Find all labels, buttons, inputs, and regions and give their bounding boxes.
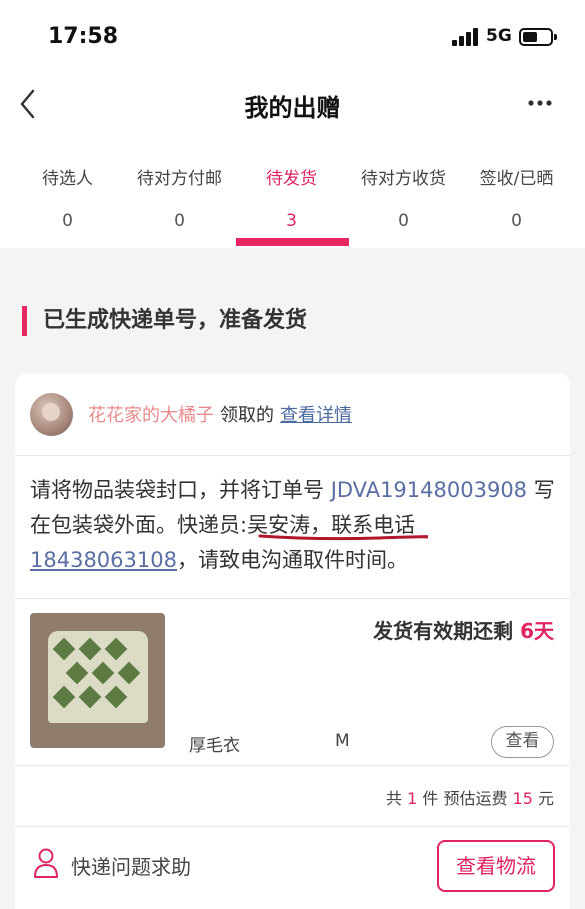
phone-link[interactable]: 18438063108 bbox=[30, 548, 177, 572]
tab-signed[interactable]: 签收/已晒 0 bbox=[458, 164, 575, 231]
shipping-deadline: 发货有效期还剩 6天 bbox=[373, 615, 554, 644]
recipient-name[interactable]: 花花家的大橘子 bbox=[88, 405, 214, 426]
active-tab-indicator bbox=[236, 238, 349, 246]
item-quantity: 1 bbox=[407, 789, 418, 808]
nav-bar: 我的出赠 bbox=[0, 72, 585, 136]
view-item-button[interactable]: 查看 bbox=[491, 726, 554, 758]
page-title: 我的出赠 bbox=[244, 94, 341, 122]
deadline-days: 6天 bbox=[520, 619, 554, 643]
divider bbox=[15, 598, 570, 599]
totals-text: 件 预估运费 bbox=[417, 789, 513, 808]
tab-count: 0 bbox=[398, 211, 409, 231]
tab-pending-ship[interactable]: 待发货 3 bbox=[233, 164, 350, 231]
more-icon[interactable] bbox=[526, 88, 558, 118]
order-totals: 共 1 件 预估运费 15 元 bbox=[386, 785, 554, 809]
tab-pending-postage[interactable]: 待对方付邮 0 bbox=[121, 164, 238, 231]
status-bar: 17:58 5G bbox=[0, 0, 585, 72]
divider bbox=[15, 826, 570, 827]
item-photo[interactable] bbox=[30, 613, 165, 748]
view-details-link[interactable]: 查看详情 bbox=[280, 405, 352, 426]
totals-text: 元 bbox=[532, 789, 554, 808]
shipping-instructions: 请将物品装袋封口，并将订单号 JDVA19148003908 写在包装袋外面。快… bbox=[30, 473, 555, 578]
shipping-fee: 15 bbox=[512, 789, 533, 808]
tab-label: 待发货 bbox=[266, 169, 317, 189]
tab-label: 待对方付邮 bbox=[137, 169, 222, 189]
tab-pending-select[interactable]: 待选人 0 bbox=[9, 164, 126, 231]
tab-count: 0 bbox=[511, 211, 522, 231]
signal-icon bbox=[452, 28, 480, 46]
item-size: M bbox=[335, 731, 350, 751]
network-type: 5G bbox=[486, 26, 512, 46]
recipient-verb: 领取的 bbox=[220, 405, 274, 426]
avatar[interactable] bbox=[30, 393, 73, 436]
order-number[interactable]: JDVA19148003908 bbox=[331, 478, 527, 502]
totals-text: 共 bbox=[386, 789, 408, 808]
status-time: 17:58 bbox=[48, 24, 119, 49]
section-title: 已生成快递单号，准备发货 bbox=[22, 306, 307, 336]
person-icon bbox=[34, 848, 58, 878]
tab-count: 3 bbox=[286, 211, 297, 231]
help-label: 快递问题求助 bbox=[71, 855, 191, 879]
tab-label: 待对方收货 bbox=[361, 169, 446, 189]
divider bbox=[15, 765, 570, 766]
instruction-text: 请将物品装袋封口，并将订单号 bbox=[30, 478, 331, 502]
battery-icon bbox=[519, 28, 557, 46]
handwritten-underline bbox=[258, 534, 428, 541]
status-tabs: 待选人 0 待对方付邮 0 待发货 3 待对方收货 0 签收/已晒 0 bbox=[0, 136, 585, 248]
shipment-card: 花花家的大橘子 领取的 查看详情 请将物品装袋封口，并将订单号 JDVA191480… bbox=[15, 373, 570, 909]
tab-label: 待选人 bbox=[42, 169, 93, 189]
tab-label: 签收/已晒 bbox=[479, 169, 554, 189]
tab-pending-receive[interactable]: 待对方收货 0 bbox=[345, 164, 462, 231]
tab-count: 0 bbox=[174, 211, 185, 231]
track-shipment-button[interactable]: 查看物流 bbox=[437, 840, 555, 892]
recipient-line: 花花家的大橘子 领取的 查看详情 bbox=[88, 401, 352, 427]
divider bbox=[15, 455, 570, 456]
tab-count: 0 bbox=[62, 211, 73, 231]
instruction-text: ，请致电沟通取件时间。 bbox=[176, 548, 408, 572]
deadline-label: 发货有效期还剩 bbox=[373, 619, 521, 643]
item-name: 厚毛衣 bbox=[189, 736, 240, 756]
